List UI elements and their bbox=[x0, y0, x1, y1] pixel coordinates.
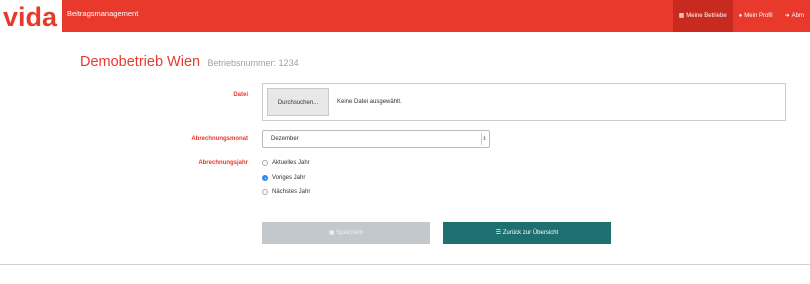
footer-divider bbox=[0, 264, 810, 265]
radio-naechstes-jahr[interactable]: Nächstes Jahr bbox=[262, 189, 310, 195]
top-bar: vida Beitragsmanagement ▦ Meine Betriebe… bbox=[0, 0, 810, 33]
app-title[interactable]: Beitragsmanagement bbox=[67, 9, 138, 18]
chevron-updown-icon: ⇕ bbox=[481, 133, 487, 145]
month-label: Abrechnungsmonat bbox=[191, 136, 248, 142]
company-number: Betriebsnummer: 1234 bbox=[207, 58, 299, 68]
radio-button[interactable] bbox=[262, 160, 268, 166]
top-nav: ▦ Meine Betriebe ● Mein Profil ➜ Abm bbox=[672, 0, 810, 32]
year-label: Abrechnungsjahr bbox=[198, 160, 248, 166]
nav-label: Abm bbox=[791, 13, 804, 19]
header-bar: Beitragsmanagement ▦ Meine Betriebe ● Me… bbox=[62, 0, 810, 32]
browse-button[interactable]: Durchsuchen... bbox=[267, 88, 329, 116]
month-value: Dezember bbox=[271, 136, 299, 142]
radio-voriges-jahr[interactable]: Voriges Jahr bbox=[262, 175, 305, 181]
file-status: Keine Datei ausgewählt. bbox=[337, 99, 402, 105]
user-icon: ● bbox=[738, 13, 743, 19]
building-icon: ▦ bbox=[678, 13, 685, 19]
nav-mein-profil[interactable]: ● Mein Profil bbox=[733, 0, 779, 32]
company-name: Demobetrieb Wien bbox=[80, 54, 201, 70]
save-icon: ▣ bbox=[328, 230, 335, 236]
back-label: Zurück zur Übersicht bbox=[502, 230, 559, 236]
back-to-overview-button[interactable]: ☰ Zurück zur Übersicht bbox=[443, 222, 611, 244]
list-icon: ☰ bbox=[495, 230, 502, 236]
radio-label: Voriges Jahr bbox=[272, 175, 306, 181]
radio-label: Nächstes Jahr bbox=[272, 189, 311, 195]
radio-button[interactable] bbox=[262, 189, 268, 195]
radio-button-checked[interactable] bbox=[262, 175, 268, 181]
radio-aktuelles-jahr[interactable]: Aktuelles Jahr bbox=[262, 160, 310, 166]
save-label: Speichern bbox=[336, 230, 364, 236]
file-upload-field: Durchsuchen... Keine Datei ausgewählt. bbox=[262, 83, 786, 121]
nav-meine-betriebe[interactable]: ▦ Meine Betriebe bbox=[672, 0, 733, 32]
logout-icon: ➜ bbox=[784, 13, 790, 19]
file-label: Datei bbox=[233, 92, 248, 98]
page-title: Demobetrieb Wien Betriebsnummer: 1234 bbox=[80, 53, 299, 71]
month-select[interactable]: Dezember ⇕ bbox=[262, 130, 490, 148]
radio-label: Aktuelles Jahr bbox=[272, 160, 310, 166]
vida-logo[interactable]: vida bbox=[0, 1, 65, 33]
nav-label: Mein Profil bbox=[744, 13, 773, 19]
save-button[interactable]: ▣ Speichern bbox=[262, 222, 430, 244]
nav-label: Meine Betriebe bbox=[686, 13, 727, 19]
nav-abmelden[interactable]: ➜ Abm bbox=[779, 0, 810, 32]
